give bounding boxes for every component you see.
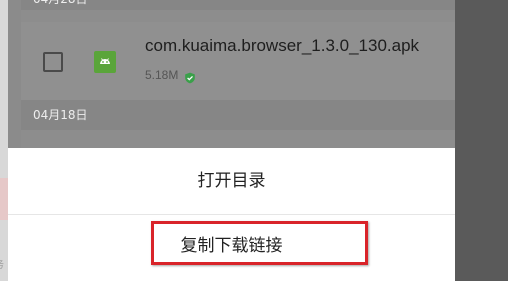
download-list: 04月28日 com.kuaima.browser_1.3.0_130.apk … [21, 0, 455, 148]
open-directory-option[interactable]: 打开目录 [8, 148, 455, 214]
android-apk-icon [94, 51, 116, 73]
background-label: 务 [0, 256, 4, 271]
background-app-left [0, 0, 8, 281]
background-accent [0, 178, 8, 220]
background-app-right [455, 0, 508, 281]
select-checkbox[interactable] [43, 52, 63, 72]
download-item[interactable]: com.kuaima.browser_1.3.0_130.apk 5.18M [21, 22, 455, 100]
highlight-annotation [151, 221, 368, 265]
screen: 务 04月28日 com.kuaima.browser_1.3.0_130.ap… [0, 0, 508, 281]
file-size: 5.18M [145, 68, 179, 82]
action-sheet: 打开目录 复制下载链接 [8, 148, 455, 281]
date-header: 04月28日 [21, 0, 455, 10]
file-name: com.kuaima.browser_1.3.0_130.apk [145, 36, 420, 55]
date-header: 04月18日 [21, 100, 455, 130]
verified-check-icon [184, 69, 196, 84]
